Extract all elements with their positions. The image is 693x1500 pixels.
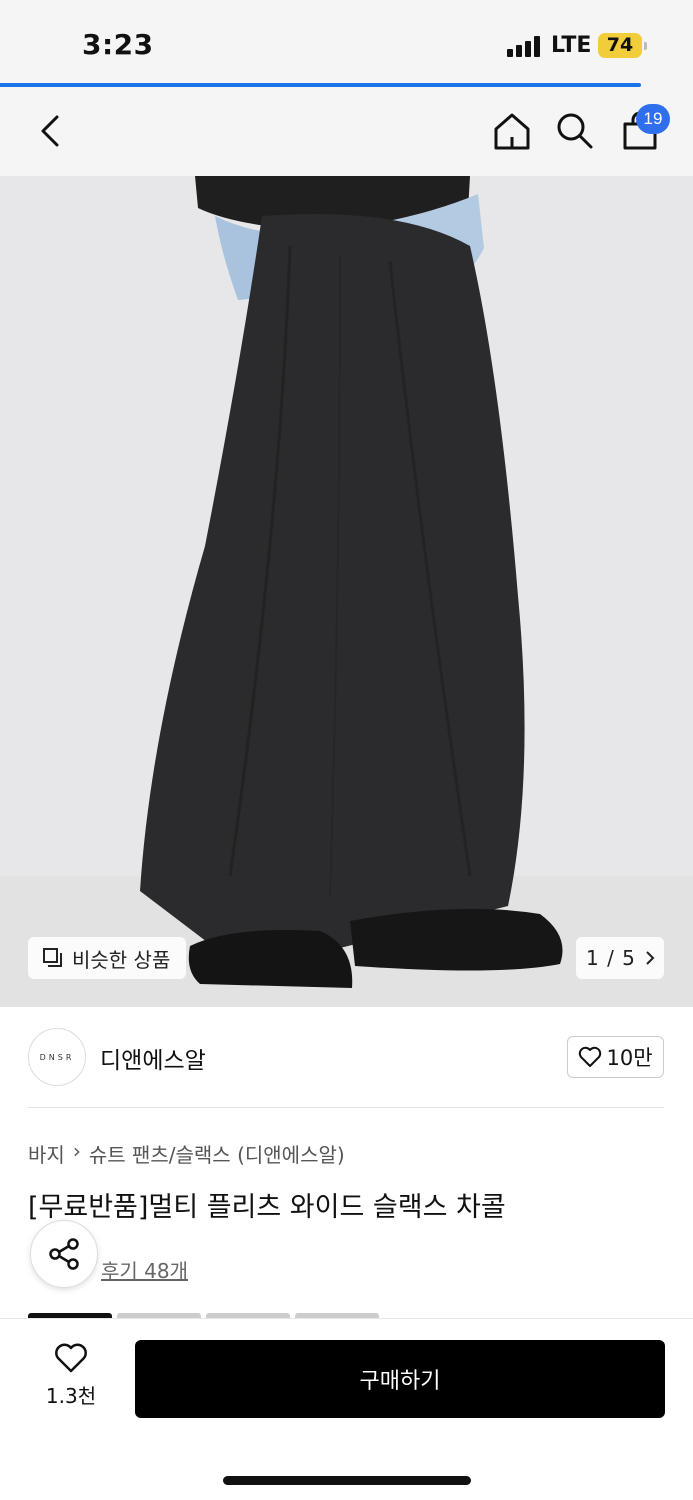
share-icon xyxy=(49,1238,79,1270)
home-indicator xyxy=(223,1476,471,1485)
heart-icon xyxy=(55,1343,87,1373)
wishlist-count: 1.3천 xyxy=(45,1384,97,1408)
search-button[interactable] xyxy=(550,106,600,156)
breadcrumb-category[interactable]: 바지 xyxy=(28,1139,65,1168)
buy-button[interactable]: 구매하기 xyxy=(135,1340,665,1418)
wishlist-button[interactable]: 1.3천 xyxy=(30,1342,112,1418)
battery-tip xyxy=(644,42,647,50)
battery-icon: 74 xyxy=(598,33,642,58)
brand-logo[interactable]: DNSR xyxy=(28,1028,86,1086)
share-button[interactable] xyxy=(30,1220,98,1288)
search-icon xyxy=(557,113,593,149)
network-type: LTE xyxy=(551,33,592,58)
brand-like-button[interactable]: 10만 xyxy=(567,1036,664,1078)
reviews-link[interactable]: 후기 48개 xyxy=(101,1255,188,1284)
chevron-right-icon xyxy=(646,951,655,965)
breadcrumb: 바지 › 슈트 팬츠/슬랙스 (디앤에스알) xyxy=(28,1139,345,1168)
image-counter[interactable]: 1 / 5 xyxy=(576,937,664,979)
back-button[interactable] xyxy=(25,106,75,156)
top-nav xyxy=(0,88,693,176)
product-photo xyxy=(0,176,693,1007)
status-time: 3:23 xyxy=(82,28,154,61)
cart-count-badge: 19 xyxy=(636,104,670,134)
home-icon xyxy=(494,113,530,150)
similar-items-icon xyxy=(43,948,62,967)
heart-icon xyxy=(579,1046,602,1067)
product-image[interactable] xyxy=(0,176,693,1007)
status-bar: 3:23 LTE 74 xyxy=(0,0,693,88)
image-counter-text: 1 / 5 xyxy=(586,946,636,970)
page-load-progress xyxy=(0,83,693,87)
product-title: [무료반품]멀티 플리츠 와이드 슬랙스 차콜 xyxy=(28,1192,506,1223)
similar-products-label: 비슷한 상품 xyxy=(72,947,171,972)
home-button[interactable] xyxy=(487,106,537,156)
brand-name[interactable]: 디앤에스알 xyxy=(100,1041,206,1075)
similar-products-button[interactable]: 비슷한 상품 xyxy=(28,937,186,979)
divider xyxy=(28,1107,664,1108)
chevron-left-icon xyxy=(41,115,59,147)
brand-like-count: 10만 xyxy=(606,1046,653,1070)
breadcrumb-separator-icon: › xyxy=(72,1139,81,1163)
page-load-progress-fill xyxy=(0,83,642,87)
breadcrumb-subcategory[interactable]: 슈트 팬츠/슬랙스 (디앤에스알) xyxy=(89,1139,345,1168)
signal-icon xyxy=(507,35,543,57)
